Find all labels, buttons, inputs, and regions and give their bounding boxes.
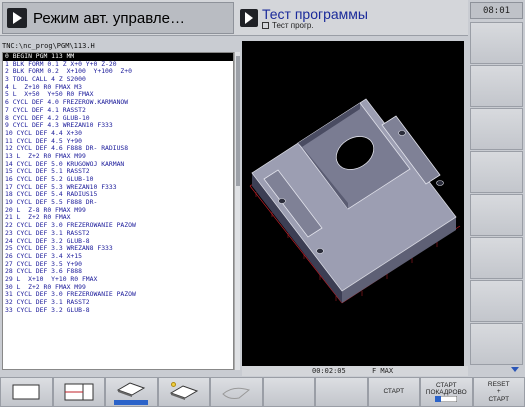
start-block-label-1: СТАРТ: [435, 381, 457, 389]
reset-label-3: СТАРТ: [488, 395, 510, 403]
active-indicator: [114, 399, 149, 405]
program-listing[interactable]: 0 BEGIN PGM 113 MM 1 BLK FORM 0.1 Z X+0 Y…: [2, 52, 234, 370]
single-block-icon: [435, 396, 458, 403]
arrow-down-icon[interactable]: [511, 367, 519, 372]
window-icon: [262, 22, 269, 29]
start-label: СТАРТ: [383, 388, 405, 396]
softkey-empty-2[interactable]: [315, 377, 368, 407]
softkey-start[interactable]: СТАРТ: [367, 377, 420, 407]
vertical-softkey-4[interactable]: [470, 151, 523, 193]
start-block-label-2: ПОКАДРОВО: [425, 389, 467, 396]
three-plane-view-icon: [64, 383, 94, 401]
status-dot-icon: [170, 382, 176, 387]
play-icon: [240, 9, 258, 27]
simulation-view[interactable]: [242, 41, 464, 366]
mode-tab[interactable]: Режим авт. управле…: [2, 2, 234, 34]
softkey-start-single-block[interactable]: СТАРТ ПОКАДРОВО: [420, 377, 473, 407]
3d-view-icon: [117, 381, 146, 397]
plan-view-icon: [12, 384, 40, 400]
bottom-softkeys: СТАРТ СТАРТ ПОКАДРОВО RESET + СТАРТ: [0, 377, 525, 407]
mode-title: Режим авт. управле…: [33, 9, 185, 27]
status-bar: 00:02:05 F MAX: [242, 366, 468, 376]
program-subtitle-row: Тест прогр.: [262, 20, 368, 30]
3d-workpiece-graphic: [249, 98, 461, 304]
vertical-softkey-8[interactable]: [470, 323, 523, 365]
softkey-view-3d-dot[interactable]: [157, 377, 210, 407]
reset-label-1: RESET: [487, 381, 510, 389]
softkey-view-plan[interactable]: [0, 377, 53, 407]
run-time: 00:02:05: [312, 367, 346, 375]
vertical-softkey-6[interactable]: [470, 237, 523, 279]
feed-readout: F MAX: [372, 367, 394, 375]
program-scrollbar[interactable]: [234, 52, 240, 370]
softkey-view-wire[interactable]: [210, 377, 263, 407]
header-bar: Режим авт. управле… Тест программы Тест …: [0, 0, 468, 36]
program-tab[interactable]: Тест программы Тест прогр.: [238, 2, 466, 34]
play-icon: [7, 8, 27, 28]
program-title-block: Тест программы Тест прогр.: [262, 7, 368, 30]
vertical-softkey-1[interactable]: [470, 22, 523, 64]
vertical-softkey-7[interactable]: [470, 280, 523, 322]
vertical-softkeys: [470, 22, 523, 368]
clock: 08:01: [470, 2, 523, 19]
program-line[interactable]: 33 CYCL DEF 3.2 GLUB-8: [3, 305, 233, 315]
softkey-view-3d[interactable]: [105, 377, 158, 407]
softkey-empty-1[interactable]: [262, 377, 315, 407]
reset-label-2: +: [496, 388, 501, 396]
scrollbar-thumb[interactable]: [236, 56, 240, 186]
program-subtitle: Тест прогр.: [272, 20, 314, 30]
softkey-view-sections[interactable]: [52, 377, 105, 407]
line-number: 33: [5, 305, 13, 314]
vertical-softkey-2[interactable]: [470, 65, 523, 107]
program-title: Тест программы: [262, 5, 368, 22]
vertical-softkey-3[interactable]: [470, 108, 523, 150]
line-code: CYCL DEF 3.2 GLUB-8: [12, 305, 90, 314]
softkey-reset-start[interactable]: RESET + СТАРТ: [472, 377, 525, 407]
wireframe-view-icon: [222, 387, 251, 399]
program-path: TNC:\nc_prog\PGM\113.H: [2, 42, 95, 50]
vertical-softkey-5[interactable]: [470, 194, 523, 236]
